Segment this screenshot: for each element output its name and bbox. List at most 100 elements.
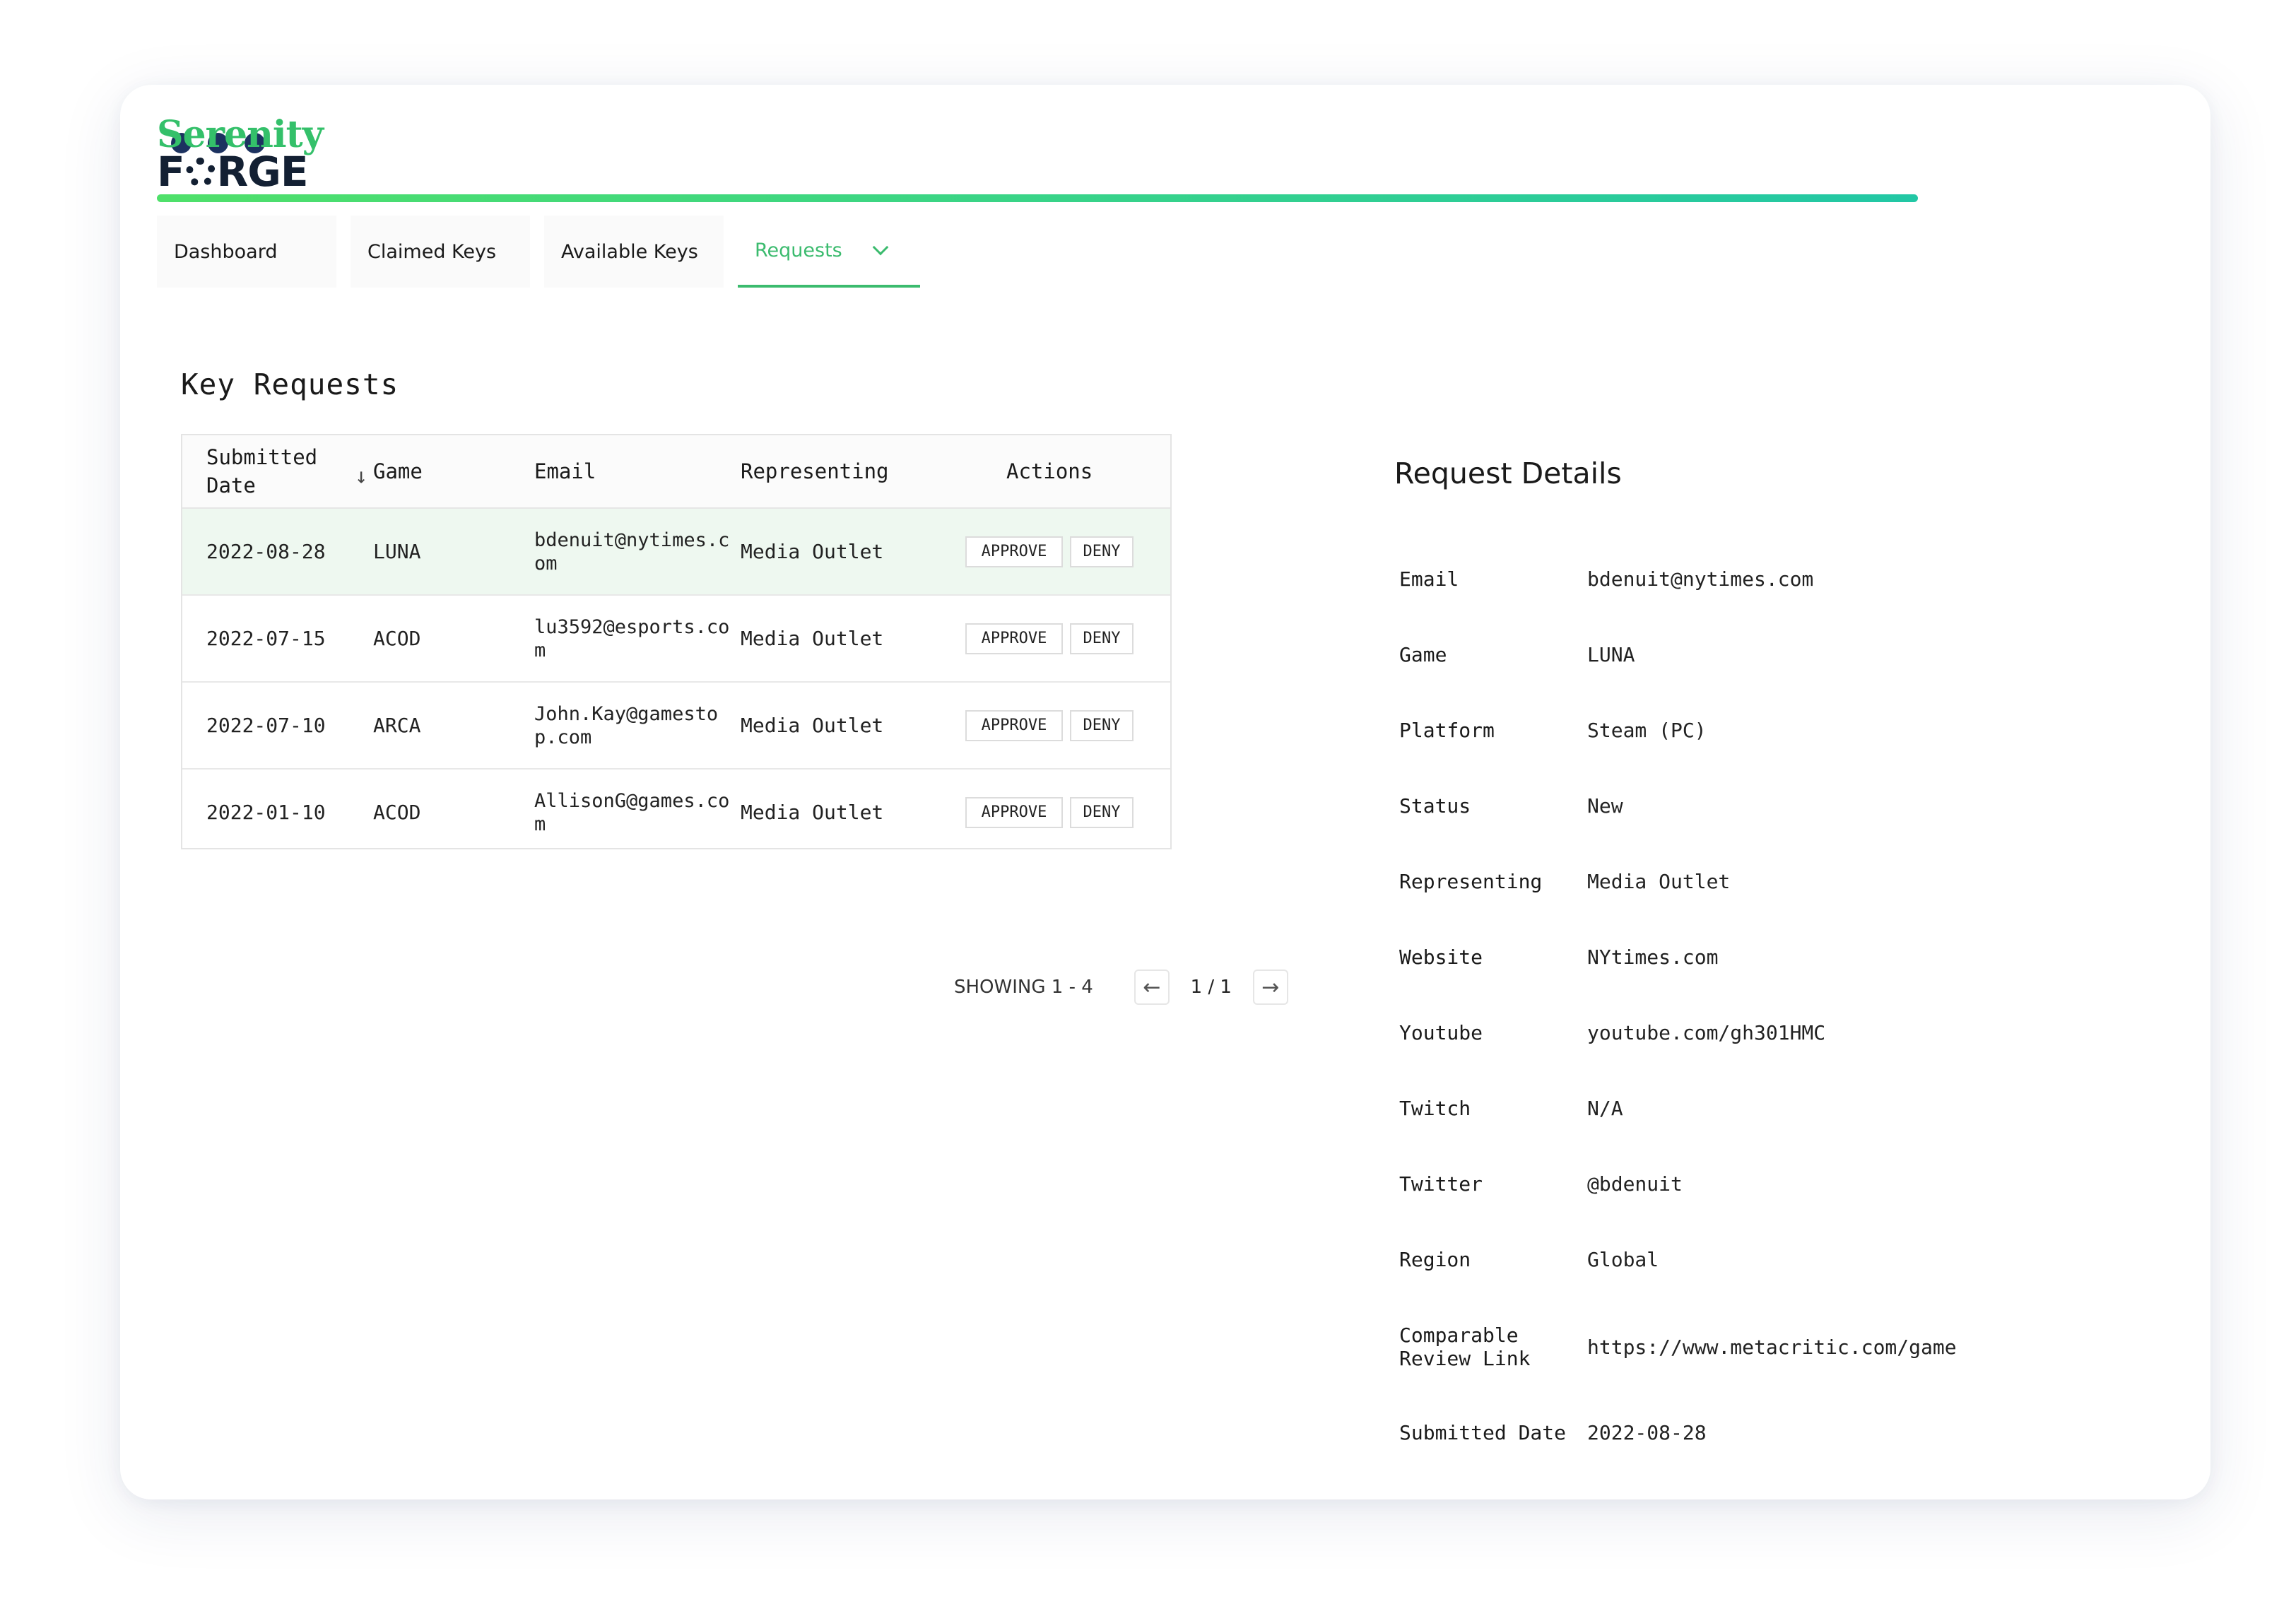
cell-email: AllisonG@games.com bbox=[534, 789, 730, 835]
deny-button[interactable]: DENY bbox=[1070, 796, 1134, 828]
sort-arrow-down-icon[interactable]: ↓ bbox=[355, 464, 367, 489]
detail-value: Steam (PC) bbox=[1587, 719, 1707, 742]
logo-letter-f: F bbox=[157, 148, 185, 196]
detail-label: Representing bbox=[1399, 870, 1543, 893]
cell-email: John.Kay@gamestop.com bbox=[534, 702, 719, 748]
cell-date: 2022-01-10 bbox=[206, 801, 326, 824]
detail-row-game: Game LUNA bbox=[1399, 617, 2177, 692]
cell-representing: Media Outlet bbox=[741, 627, 884, 650]
column-label: Submitted Date bbox=[206, 445, 318, 497]
logo-letters-rge: RGE bbox=[216, 148, 309, 196]
detail-row-twitter: Twitter @bdenuit bbox=[1399, 1146, 2177, 1222]
cell-email: lu3592@esports.com bbox=[534, 615, 730, 661]
detail-row-twitch: Twitch N/A bbox=[1399, 1071, 2177, 1146]
detail-value: bdenuit@nytimes.com bbox=[1587, 567, 1814, 591]
column-header-submitted-date[interactable]: Submitted Date ↓ bbox=[182, 443, 367, 500]
detail-value[interactable]: youtube.com/gh301HMC bbox=[1587, 1021, 2177, 1044]
cell-date: 2022-07-10 bbox=[206, 714, 326, 737]
table-row[interactable]: 2022-01-10 ACOD AllisonG@games.com Media… bbox=[182, 770, 1170, 855]
pagination: SHOWING 1 - 4 ← 1 / 1 → bbox=[954, 969, 1288, 1005]
chevron-down-icon[interactable] bbox=[872, 239, 889, 256]
detail-value[interactable]: NYtimes.com bbox=[1587, 945, 2177, 969]
detail-row-website: Website NYtimes.com bbox=[1399, 919, 2177, 995]
detail-label: Comparable Review Link bbox=[1399, 1324, 1531, 1370]
detail-row-email: Email bdenuit@nytimes.com bbox=[1399, 541, 2177, 617]
cell-date: 2022-07-15 bbox=[206, 627, 326, 650]
tab-label: Dashboard bbox=[174, 240, 278, 263]
prev-page-arrow-icon[interactable]: ← bbox=[1134, 969, 1170, 1005]
detail-row-representing: Representing Media Outlet bbox=[1399, 844, 2177, 919]
cell-email: bdenuit@nytimes.com bbox=[534, 529, 730, 574]
tab-label: Requests bbox=[755, 239, 842, 261]
cell-representing: Media Outlet bbox=[741, 714, 884, 737]
detail-value: New bbox=[1587, 794, 1623, 818]
detail-label: Email bbox=[1399, 567, 1459, 591]
detail-label: Region bbox=[1399, 1248, 1471, 1271]
detail-label: Platform bbox=[1399, 719, 1495, 742]
deny-button[interactable]: DENY bbox=[1070, 623, 1134, 654]
detail-label: Website bbox=[1399, 945, 1483, 969]
tab-claimed-keys[interactable]: Claimed Keys bbox=[351, 216, 530, 288]
detail-value: 2022-08-28 bbox=[1587, 1420, 1707, 1444]
detail-label: Status bbox=[1399, 794, 1471, 818]
next-page-arrow-icon[interactable]: → bbox=[1252, 969, 1288, 1005]
cell-date: 2022-08-28 bbox=[206, 540, 326, 563]
detail-label: Twitch bbox=[1399, 1097, 1471, 1120]
cell-game: ACOD bbox=[373, 627, 421, 650]
table-row[interactable]: 2022-07-10 ARCA John.Kay@gamestop.com Me… bbox=[182, 683, 1170, 770]
tab-dashboard[interactable]: Dashboard bbox=[157, 216, 336, 288]
gear-icon bbox=[185, 158, 216, 187]
column-header-game: Game bbox=[373, 459, 423, 483]
request-details-panel: Email bdenuit@nytimes.com Game LUNA Platfo… bbox=[1399, 541, 2177, 1468]
detail-value[interactable]: https://www.metacritic.com/game bbox=[1587, 1336, 2177, 1359]
tab-label: Claimed Keys bbox=[367, 240, 497, 263]
detail-label: Youtube bbox=[1399, 1021, 1483, 1044]
approve-button[interactable]: APPROVE bbox=[965, 623, 1063, 654]
detail-value[interactable]: @bdenuit bbox=[1587, 1172, 2177, 1196]
column-header-representing: Representing bbox=[741, 459, 889, 483]
detail-label: Game bbox=[1399, 643, 1447, 666]
approve-button[interactable]: APPROVE bbox=[965, 536, 1063, 567]
detail-label: Twitter bbox=[1399, 1172, 1483, 1196]
approve-button[interactable]: APPROVE bbox=[965, 796, 1063, 828]
cell-game: ARCA bbox=[373, 714, 421, 737]
detail-value: LUNA bbox=[1587, 643, 1635, 666]
column-header-email: Email bbox=[534, 459, 596, 483]
detail-row-youtube: Youtube youtube.com/gh301HMC bbox=[1399, 995, 2177, 1071]
table-header: Submitted Date ↓ Game Email Representing … bbox=[182, 435, 1170, 509]
detail-value: Global bbox=[1587, 1248, 1659, 1271]
detail-row-platform: Platform Steam (PC) bbox=[1399, 692, 2177, 768]
tab-label: Available Keys bbox=[561, 240, 698, 263]
deny-button[interactable]: DENY bbox=[1070, 536, 1134, 567]
detail-row-region: Region Global bbox=[1399, 1222, 2177, 1297]
deny-button[interactable]: DENY bbox=[1070, 709, 1134, 741]
detail-row-status: Status New bbox=[1399, 768, 2177, 844]
pagination-showing: SHOWING 1 - 4 bbox=[954, 977, 1093, 998]
serenity-forge-logo: Serenity F RGE bbox=[157, 114, 324, 196]
cell-game: ACOD bbox=[373, 801, 421, 824]
main-nav-tabs: Dashboard Claimed Keys Available Keys Re… bbox=[157, 216, 920, 288]
detail-value: Media Outlet bbox=[1587, 870, 1731, 893]
detail-row-submitted-date: Submitted Date 2022-08-28 bbox=[1399, 1396, 2177, 1468]
cell-representing: Media Outlet bbox=[741, 801, 884, 824]
tab-available-keys[interactable]: Available Keys bbox=[544, 216, 724, 288]
cell-game: LUNA bbox=[373, 540, 421, 563]
header-accent-bar bbox=[157, 194, 1918, 202]
table-row[interactable]: 2022-07-15 ACOD lu3592@esports.com Media… bbox=[182, 596, 1170, 683]
key-requests-table: Submitted Date ↓ Game Email Representing … bbox=[181, 434, 1172, 849]
detail-row-review-link: Comparable Review Link https://www.metacr… bbox=[1399, 1297, 2177, 1396]
detail-value: N/A bbox=[1587, 1097, 1623, 1120]
approve-button[interactable]: APPROVE bbox=[965, 709, 1063, 741]
cell-actions: APPROVE DENY bbox=[957, 623, 1170, 654]
table-row[interactable]: 2022-08-28 LUNA bdenuit@nytimes.com Medi… bbox=[182, 509, 1170, 596]
cell-representing: Media Outlet bbox=[741, 540, 884, 563]
column-header-actions: Actions bbox=[1006, 459, 1093, 483]
cell-actions: APPROVE DENY bbox=[957, 536, 1170, 567]
cell-actions: APPROVE DENY bbox=[957, 709, 1170, 741]
page-indicator: 1 / 1 bbox=[1190, 977, 1232, 998]
request-details-title: Request Details bbox=[1394, 456, 1622, 490]
detail-label: Submitted Date bbox=[1399, 1420, 1567, 1444]
key-requests-title: Key Requests bbox=[181, 367, 399, 401]
logo-bottom-text: F RGE bbox=[157, 148, 309, 196]
tab-requests[interactable]: Requests bbox=[738, 216, 920, 288]
